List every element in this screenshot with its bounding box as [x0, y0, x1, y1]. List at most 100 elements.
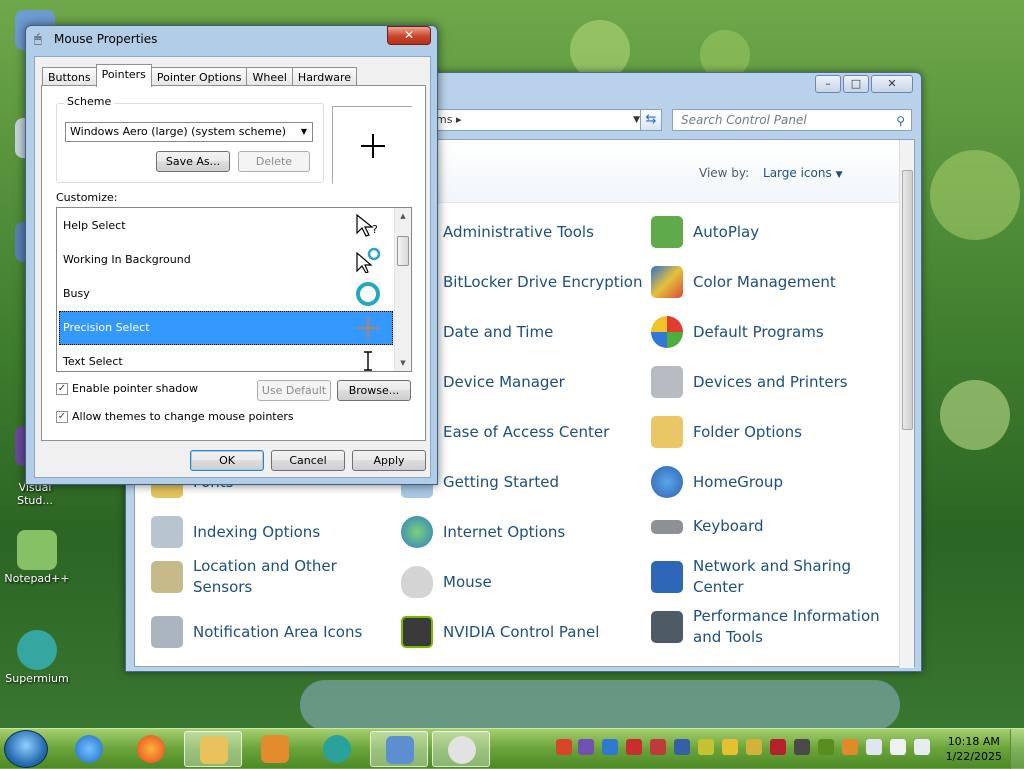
clock-date: 1/22/2025 [945, 750, 1002, 763]
tab-pointer-options[interactable]: Pointer Options [150, 67, 248, 87]
minimize-button[interactable]: – [815, 75, 841, 93]
scroll-down-icon[interactable]: ▼ [395, 355, 411, 371]
cp-item-notification-icons[interactable]: Notification Area Icons [151, 616, 362, 648]
cp-item-network-sharing[interactable]: Network and Sharing Center [651, 556, 853, 598]
cp-item-autoplay[interactable]: AutoPlay [651, 216, 759, 248]
chevron-down-icon[interactable]: ▼ [296, 123, 312, 141]
ok-button[interactable]: OK [190, 450, 264, 471]
scrollbar-thumb[interactable] [902, 170, 913, 430]
taskbar-ie[interactable] [60, 731, 118, 767]
view-by-dropdown[interactable]: Large icons [763, 166, 832, 180]
autoplay-icon [651, 216, 683, 248]
scroll-up-icon[interactable]: ▲ [395, 208, 411, 224]
cp-item-label: Location and Other Sensors [193, 557, 337, 596]
cp-item-label: Notification Area Icons [193, 622, 363, 641]
tab-wheel[interactable]: Wheel [246, 67, 293, 87]
delete-button[interactable]: Delete [238, 151, 310, 172]
address-bar[interactable]: ms ▸ ▼ [429, 109, 645, 131]
cancel-button[interactable]: Cancel [271, 450, 345, 471]
taskbar-firefox[interactable] [122, 731, 180, 767]
cp-item-performance[interactable]: Performance Information and Tools [651, 606, 883, 648]
tray-download-icon[interactable] [556, 739, 572, 755]
tab-hardware[interactable]: Hardware [291, 67, 358, 87]
chevron-down-icon[interactable]: ▼ [836, 170, 843, 180]
use-default-button[interactable]: Use Default [257, 380, 331, 401]
desktop-icon-label: Notepad++ [4, 572, 70, 585]
notepad-plus-plus-icon [17, 530, 57, 570]
tray-app-icon[interactable] [698, 739, 714, 755]
supermium-icon [323, 735, 351, 763]
list-item[interactable]: Text Select [59, 345, 393, 371]
clock[interactable]: 10:18 AM 1/22/2025 [946, 734, 1002, 764]
cp-item-color-management[interactable]: Color Management [651, 266, 836, 298]
cp-item-devices-and-printers[interactable]: Devices and Printers [651, 366, 848, 398]
cp-item-mouse[interactable]: Mouse [401, 566, 492, 598]
tray-app-icon[interactable] [794, 739, 810, 755]
cursor-label: Busy [63, 287, 90, 300]
tray-app-icon[interactable] [626, 739, 642, 755]
chevron-down-icon[interactable]: ▼ [633, 110, 640, 130]
tree-decoration [570, 20, 630, 80]
tab-buttons[interactable]: Buttons [42, 67, 97, 87]
dialog-title: Mouse Properties [54, 32, 158, 46]
taskbar-explorer[interactable] [184, 731, 242, 767]
search-input[interactable]: Search Control Panel ⚲ [672, 109, 912, 131]
taskbar-control-panel[interactable] [370, 731, 428, 767]
maximize-button[interactable]: □ [843, 75, 869, 93]
refresh-button[interactable]: ⇆ [640, 109, 662, 131]
cp-item-label: Getting Started [443, 472, 559, 491]
tray-app-icon[interactable] [578, 739, 594, 755]
tray-app-icon[interactable] [722, 739, 738, 755]
list-item-selected[interactable]: Precision Select [59, 311, 393, 345]
close-button[interactable]: ✕ [871, 75, 913, 93]
allow-themes-checkbox[interactable]: ✓ Allow themes to change mouse pointers [56, 410, 294, 423]
tray-app-icon[interactable] [674, 739, 690, 755]
tray-app-icon[interactable] [842, 739, 858, 755]
list-item[interactable]: Busy [59, 277, 393, 311]
scrollbar-thumb[interactable] [397, 236, 409, 266]
cursor-list[interactable]: Help Select ? Working In Background Busy [56, 207, 412, 372]
apply-button[interactable]: Apply [352, 450, 426, 471]
tray-app-icon[interactable] [770, 739, 786, 755]
cursor-label: Help Select [63, 219, 126, 232]
volume-icon[interactable] [914, 739, 930, 755]
flag-icon[interactable] [890, 739, 906, 755]
cp-item-label: Performance Information and Tools [693, 607, 880, 646]
firefox-icon [137, 735, 165, 763]
supermium-icon [17, 630, 57, 670]
close-button[interactable]: ✕ [387, 26, 431, 45]
taskbar-media-player[interactable] [246, 731, 304, 767]
search-icon[interactable]: ⚲ [896, 111, 905, 131]
tab-pointers[interactable]: Pointers [95, 64, 152, 87]
cp-item-keyboard[interactable]: Keyboard [651, 516, 764, 537]
desktop-icon[interactable]: Notepad++ [2, 530, 72, 585]
save-as-button[interactable]: Save As... [156, 151, 230, 172]
list-scrollbar[interactable]: ▲ ▼ [394, 208, 411, 371]
taskbar-mouse-properties[interactable] [432, 731, 490, 767]
cp-item-indexing-options[interactable]: Indexing Options [151, 516, 320, 548]
enable-pointer-shadow-checkbox[interactable]: ✓ Enable pointer shadow [56, 382, 198, 395]
cp-item-label: Devices and Printers [693, 372, 848, 391]
show-desktop-button[interactable] [1010, 729, 1024, 769]
cp-item-internet-options[interactable]: Internet Options [401, 516, 565, 548]
tray-app-icon[interactable] [746, 739, 762, 755]
vertical-scrollbar[interactable] [899, 140, 914, 668]
tab-strip: Buttons Pointers Pointer Options Wheel H… [42, 64, 358, 87]
cp-item-default-programs[interactable]: Default Programs [651, 316, 824, 348]
desktop-icon[interactable]: Supermium [2, 630, 72, 685]
browse-button[interactable]: Browse... [337, 380, 411, 401]
cp-item-location-sensors[interactable]: Location and Other Sensors [151, 556, 343, 598]
tray-app-icon[interactable] [602, 739, 618, 755]
scheme-select[interactable]: Windows Aero (large) (system scheme) ▼ [65, 122, 313, 142]
cp-item-homegroup[interactable]: HomeGroup [651, 466, 783, 498]
taskbar-supermium[interactable] [308, 731, 366, 767]
list-item[interactable]: Help Select ? [59, 209, 393, 243]
start-button[interactable] [4, 730, 48, 768]
keyboard-icon [651, 519, 683, 534]
network-tray-icon[interactable] [866, 739, 882, 755]
cp-item-folder-options[interactable]: Folder Options [651, 416, 802, 448]
cp-item-nvidia[interactable]: NVIDIA Control Panel [401, 616, 599, 648]
list-item[interactable]: Working In Background [59, 243, 393, 277]
tray-app-icon[interactable] [650, 739, 666, 755]
nvidia-tray-icon[interactable] [818, 739, 834, 755]
